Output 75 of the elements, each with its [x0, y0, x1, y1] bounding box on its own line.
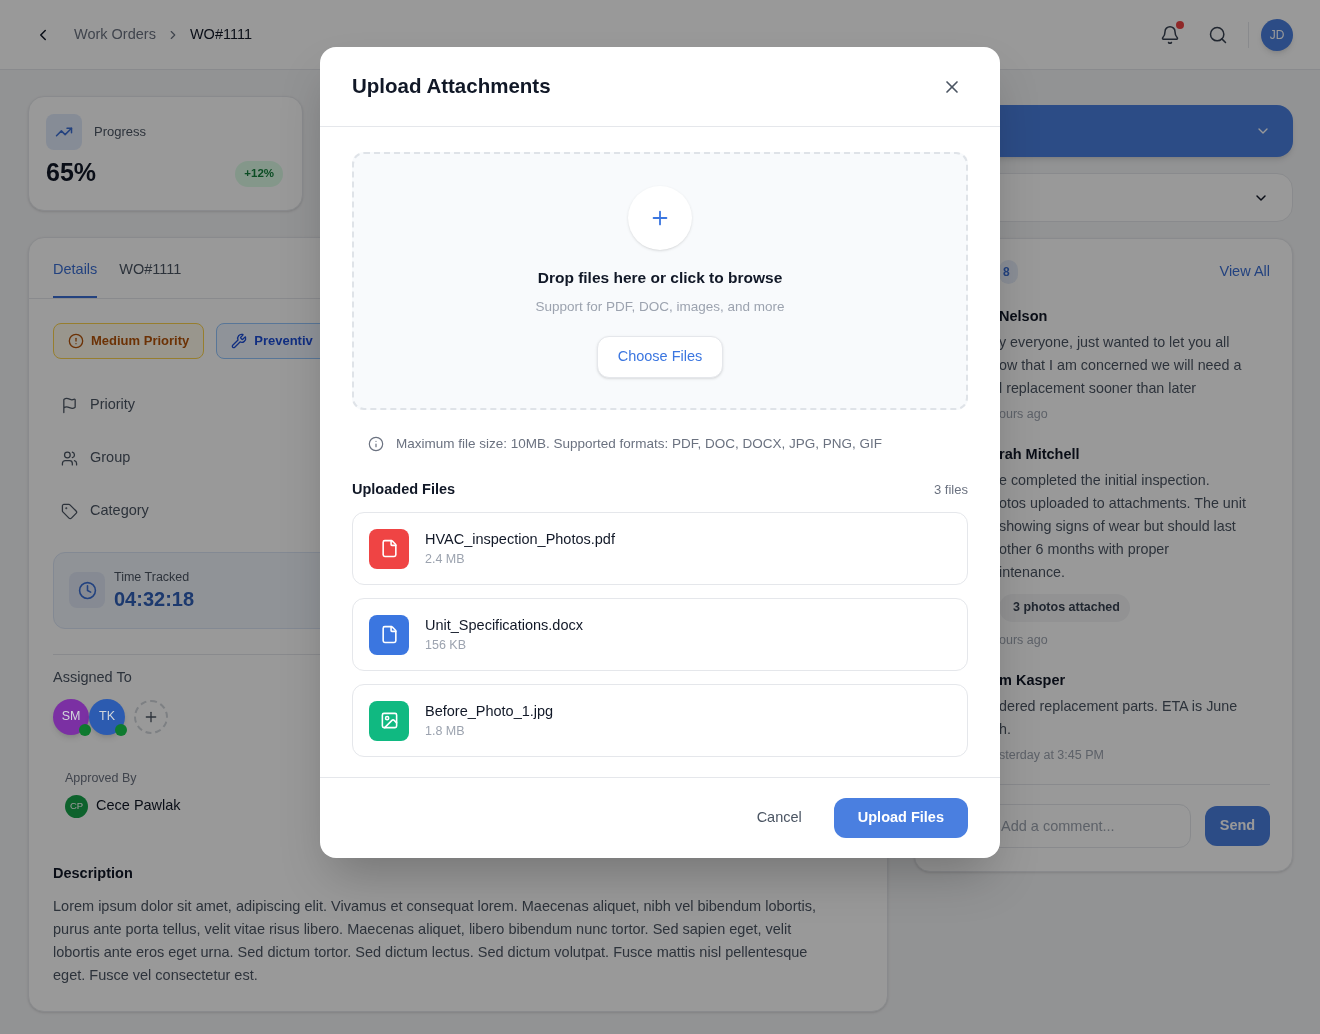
bell-icon — [1160, 24, 1180, 45]
comment-text-line: h. — [999, 719, 1011, 739]
description-text: Lorem ipsum dolor sit amet, adipiscing elit. Vivamus et consequat lorem. Maecenas aliquet, nibh vel bibendum lobortis, purus ante porta tellus, velit vitae risus libero. Maecenas aliquet, libero bibendum nunc tortor. Sed sapien eget, velit lobortis ante eros eget urna. Sed dictum tortor. Sed dictum lectus. Sed dictum volutpat. Fusce mattis nisl pellentesque eget. Fusce vel consectetur est. — [53, 896, 817, 985]
user-avatar[interactable]: JD — [1261, 18, 1293, 51]
upload-files-button[interactable]: Upload Files — [833, 798, 968, 838]
progress-label: Progress — [94, 123, 147, 142]
document-icon — [369, 528, 409, 569]
info-icon — [368, 436, 384, 453]
description-heading: Description — [53, 863, 133, 883]
comment-time: ours ago — [999, 406, 1048, 423]
comment-time: sterday at 3:45 PM — [999, 746, 1104, 764]
file-limits-note: Maximum file size: 10MB. Supported formats: PDF, DOC, DOCX, JPG, PNG, GIF — [396, 435, 883, 453]
trending-up-icon — [46, 114, 82, 150]
file-size: 1.8 MB — [425, 723, 465, 740]
users-icon — [61, 449, 78, 467]
choose-files-button[interactable]: Choose Files — [596, 335, 724, 378]
time-tracked-label: Time Tracked — [114, 569, 190, 587]
document-icon — [369, 614, 409, 655]
breadcrumb-link[interactable]: WO#1111 — [189, 23, 252, 46]
alert-circle-icon — [68, 332, 84, 349]
file-name: HVAC_inspection_Photos.pdf — [425, 530, 615, 549]
comment-text-line: l replacement sooner than later — [999, 379, 1197, 398]
file-row[interactable]: HVAC_inspection_Photos.pdf 2.4 MB — [352, 512, 968, 585]
person-avatar[interactable]: SM — [53, 698, 89, 735]
image-icon — [369, 700, 409, 741]
view-all-link[interactable]: View All — [1219, 261, 1270, 283]
breadcrumb-link[interactable]: Work Orders — [74, 23, 156, 46]
approver-name: Cece Pawlak — [96, 796, 181, 816]
person-avatar[interactable]: TK — [89, 698, 125, 735]
comment-time: ours ago — [999, 631, 1048, 649]
comment-text-line: showing signs of wear but should last — [999, 516, 1236, 536]
comment-author: m Kasper — [999, 670, 1066, 690]
tag-icon — [61, 502, 78, 520]
field-label: Group — [90, 448, 131, 468]
assigned-to-label: Assigned To — [53, 668, 132, 685]
flag-icon — [61, 396, 78, 414]
field-label: Priority — [90, 395, 136, 415]
tab[interactable]: WO#1111 — [119, 259, 182, 298]
approver-avatar: CP — [65, 794, 88, 818]
file-name: Unit_Specifications.docx — [425, 616, 583, 635]
tab[interactable]: Details — [53, 259, 98, 298]
field-label: Category — [90, 501, 149, 521]
approved-by-label: Approved By — [65, 770, 137, 785]
drop-zone-title: Drop files here or click to browse — [537, 268, 783, 288]
add-assignee-button[interactable] — [134, 699, 168, 734]
comment-text-line: e completed the initial inspection. — [999, 470, 1210, 490]
clock-icon — [69, 572, 105, 609]
file-size: 156 KB — [425, 637, 466, 654]
comment-text-line: ow that I am concerned we will need a — [999, 356, 1242, 375]
attachment-chip[interactable]: 3 photos attached — [999, 593, 1130, 622]
progress-value: 65% — [46, 157, 97, 188]
cancel-button[interactable]: Cancel — [740, 798, 818, 838]
comment-text-line: dered replacement parts. ETA is June — [999, 696, 1238, 716]
comment-text-line: otos uploaded to attachments. The unit — [999, 493, 1246, 513]
file-size: 2.4 MB — [425, 551, 465, 568]
plus-icon — [628, 186, 692, 250]
send-button[interactable]: Send — [1205, 806, 1270, 847]
dialog-title: Upload Attachments — [352, 73, 551, 100]
file-count: 3 files — [934, 481, 968, 500]
comment-text-line: intenance. — [999, 562, 1065, 582]
file-name: Before_Photo_1.jpg — [425, 702, 554, 721]
uploaded-files-heading: Uploaded Files — [352, 480, 456, 500]
change-badge: +12% — [235, 161, 283, 187]
file-row[interactable]: Before_Photo_1.jpg 1.8 MB — [352, 684, 968, 757]
search-icon — [1208, 24, 1228, 45]
notifications-button[interactable] — [1159, 23, 1181, 46]
comment-text-line: other 6 months with proper — [999, 539, 1170, 559]
time-tracked-value: 04:32:18 — [114, 587, 195, 613]
wrench-icon — [231, 332, 248, 349]
file-drop-zone[interactable]: Drop files here or click to browse Support for PDF, DOC, images, and more Choose Files — [352, 152, 968, 410]
drop-zone-subtitle: Support for PDF, DOC, images, and more — [535, 298, 785, 317]
tag-chip: Medium Priority — [53, 322, 205, 359]
comment-author: Nelson — [999, 307, 1048, 326]
file-row[interactable]: Unit_Specifications.docx 156 KB — [352, 598, 968, 671]
comment-author: rah Mitchell — [999, 444, 1080, 464]
